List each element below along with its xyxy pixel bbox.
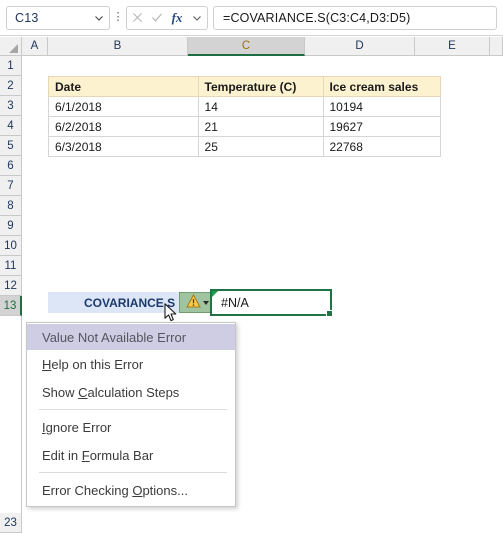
fill-handle[interactable] bbox=[326, 310, 333, 317]
menu-item-edit-in-formula-bar[interactable]: Edit in Formula Bar bbox=[27, 441, 235, 469]
insert-function-icon[interactable]: fx bbox=[167, 8, 187, 28]
column-header-a[interactable]: A bbox=[22, 37, 48, 56]
table-header-temperature: Temperature (C) bbox=[197, 76, 324, 97]
error-checking-context-menu[interactable]: Value Not Available Error Help on this E… bbox=[26, 322, 236, 507]
cell-d3[interactable]: 10194 bbox=[322, 96, 441, 117]
row-header-column: 1 2 3 4 5 6 7 8 9 10 11 12 13 23 bbox=[0, 56, 22, 533]
formula-bar-strip: C13 ⋮ fx =COVARIANCE.S(C3:C4,D3:D5) bbox=[0, 0, 503, 36]
row-header-23[interactable]: 23 bbox=[0, 513, 22, 533]
cell-c3[interactable]: 14 bbox=[197, 96, 324, 117]
row-header-3[interactable]: 3 bbox=[0, 96, 22, 116]
table-row: 6/3/2018 25 22768 bbox=[48, 136, 441, 157]
table-row: 6/2/2018 21 19627 bbox=[48, 116, 441, 137]
column-header-row: A B C D E bbox=[0, 37, 503, 56]
cell-d4[interactable]: 19627 bbox=[322, 116, 441, 137]
menu-item-help-on-this-error[interactable]: Help on this Error bbox=[27, 350, 235, 378]
select-all-triangle-icon bbox=[9, 44, 18, 53]
cell-c13-selected[interactable]: #N/A bbox=[210, 289, 333, 317]
chevron-down-icon[interactable] bbox=[202, 300, 209, 305]
select-all-corner-button[interactable] bbox=[0, 37, 22, 56]
row-header-2[interactable]: 2 bbox=[0, 76, 22, 96]
table-header-date: Date bbox=[48, 76, 199, 97]
fx-label: fx bbox=[171, 9, 183, 25]
cancel-x-icon[interactable] bbox=[127, 8, 147, 28]
row-header-10[interactable]: 10 bbox=[0, 236, 22, 256]
row-header-9[interactable]: 9 bbox=[0, 216, 22, 236]
row-header-6[interactable]: 6 bbox=[0, 156, 22, 176]
table-row: 6/1/2018 14 10194 bbox=[48, 96, 441, 117]
cell-c13-value: #N/A bbox=[221, 295, 249, 310]
row-header-12[interactable]: 12 bbox=[0, 276, 22, 296]
column-header-b[interactable]: B bbox=[48, 37, 188, 56]
chevron-down-icon[interactable] bbox=[89, 13, 109, 23]
column-header-c[interactable]: C bbox=[188, 37, 305, 56]
cell-b13-function-label[interactable]: COVARIANCE.S bbox=[48, 292, 188, 313]
cell-error-indicator-icon bbox=[212, 291, 218, 297]
column-header-d[interactable]: D bbox=[305, 37, 415, 56]
name-box-value: C13 bbox=[15, 10, 39, 25]
warning-triangle-icon bbox=[185, 293, 201, 311]
column-header-e[interactable]: E bbox=[415, 37, 490, 56]
cell-c4[interactable]: 21 bbox=[197, 116, 324, 137]
table-header-row: Date Temperature (C) Ice cream sales bbox=[48, 76, 441, 97]
menu-separator bbox=[39, 409, 227, 410]
column-header-overflow[interactable] bbox=[490, 37, 503, 56]
menu-item-label: Show Calculation Steps bbox=[42, 384, 180, 400]
row-header-13[interactable]: 13 bbox=[0, 296, 22, 316]
formula-bar-divider-dots: ⋮ bbox=[112, 11, 124, 23]
cell-b3[interactable]: 6/1/2018 bbox=[48, 96, 199, 117]
table-header-sales: Ice cream sales bbox=[322, 76, 441, 97]
row-header-11[interactable]: 11 bbox=[0, 256, 22, 276]
menu-item-label: Edit in Formula Bar bbox=[42, 447, 154, 463]
menu-item-ignore-error[interactable]: Ignore Error bbox=[27, 413, 235, 441]
name-box[interactable]: C13 bbox=[6, 5, 110, 30]
enter-check-icon[interactable] bbox=[147, 8, 167, 28]
cell-d5[interactable]: 22768 bbox=[322, 136, 441, 157]
row-header-8[interactable]: 8 bbox=[0, 196, 22, 216]
menu-item-label: Error Checking Options... bbox=[42, 482, 188, 498]
menu-title-value-not-available-error: Value Not Available Error bbox=[27, 324, 235, 350]
formula-expand-chevron-icon[interactable] bbox=[187, 8, 207, 28]
menu-item-label: Ignore Error bbox=[42, 419, 112, 435]
row-header-4[interactable]: 4 bbox=[0, 116, 22, 136]
menu-separator bbox=[39, 472, 227, 473]
row-header-5[interactable]: 5 bbox=[0, 136, 22, 156]
formula-input[interactable]: =COVARIANCE.S(C3:C4,D3:D5) bbox=[213, 5, 497, 30]
row-header-1[interactable]: 1 bbox=[0, 56, 22, 76]
formula-action-buttons: fx bbox=[126, 5, 208, 30]
menu-item-label: Help on this Error bbox=[42, 356, 144, 372]
menu-item-error-checking-options[interactable]: Error Checking Options... bbox=[27, 476, 235, 504]
formula-input-value: =COVARIANCE.S(C3:C4,D3:D5) bbox=[223, 10, 411, 25]
menu-item-show-calculation-steps[interactable]: Show Calculation Steps bbox=[27, 378, 235, 406]
cell-b13-text: COVARIANCE.S bbox=[84, 295, 176, 310]
row-header-gap bbox=[0, 316, 22, 513]
cell-b5[interactable]: 6/3/2018 bbox=[48, 136, 199, 157]
cell-b4[interactable]: 6/2/2018 bbox=[48, 116, 199, 137]
row-header-7[interactable]: 7 bbox=[0, 176, 22, 196]
cell-c5[interactable]: 25 bbox=[197, 136, 324, 157]
ice-cream-data-table: Date Temperature (C) Ice cream sales 6/1… bbox=[48, 76, 441, 157]
